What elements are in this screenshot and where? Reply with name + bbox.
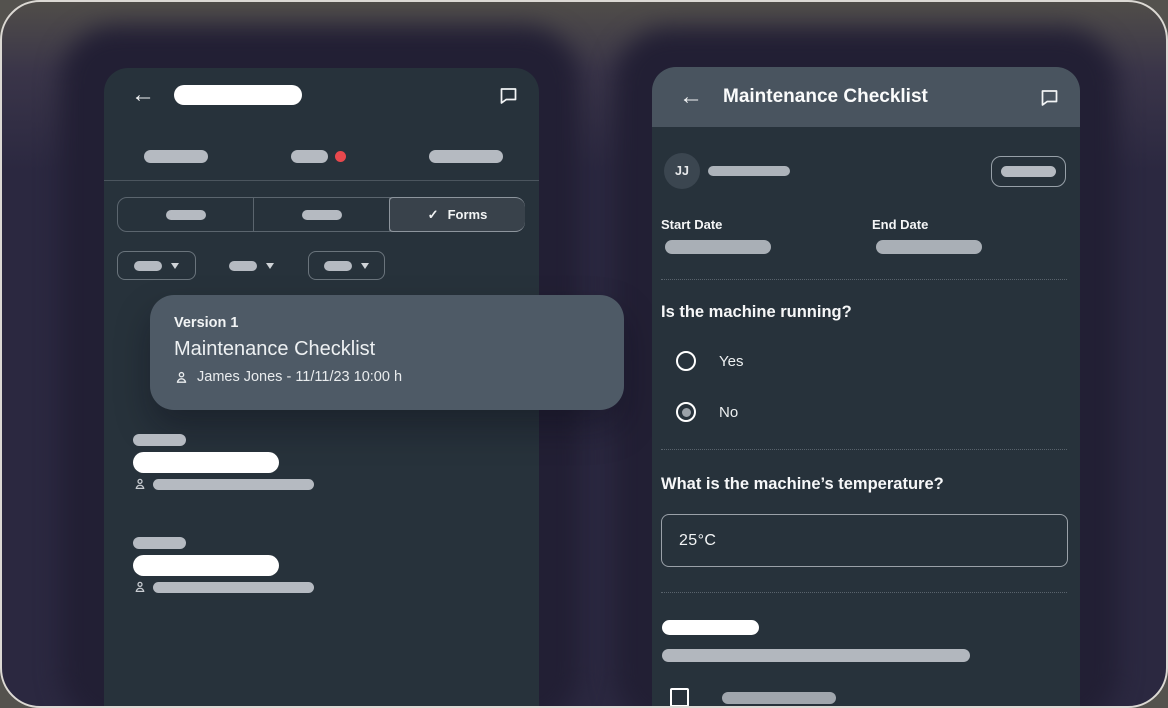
radio-unselected-icon[interactable] xyxy=(676,351,696,371)
person-icon xyxy=(133,580,147,594)
radio-option-yes[interactable]: Yes xyxy=(676,351,743,371)
checklist-list-item[interactable] xyxy=(133,537,314,594)
checklist-list-item[interactable] xyxy=(133,434,314,491)
profile-row: JJ xyxy=(652,153,1080,189)
radio-label: Yes xyxy=(719,353,743,370)
end-date-value-placeholder[interactable] xyxy=(876,240,982,254)
left-phone-screen: ← ✓ Forms xyxy=(104,68,539,708)
filter-placeholder xyxy=(134,261,162,271)
date-section: Start Date End Date xyxy=(661,217,1083,254)
card-version: Version 1 xyxy=(174,315,624,331)
checkbox-label-placeholder xyxy=(722,692,836,704)
question-placeholder xyxy=(662,620,759,635)
divider xyxy=(661,592,1067,593)
action-button[interactable] xyxy=(991,156,1066,187)
checklist-header: ← Maintenance Checklist xyxy=(652,67,1080,127)
segment-forms[interactable]: ✓ Forms xyxy=(389,197,525,232)
person-icon xyxy=(133,477,147,491)
card-title: Maintenance Checklist xyxy=(174,338,624,361)
tab-placeholder-3[interactable] xyxy=(429,150,503,163)
segment-1[interactable] xyxy=(118,198,254,231)
title-placeholder xyxy=(133,452,279,473)
left-header: ← xyxy=(104,68,539,122)
tab-placeholder-1[interactable] xyxy=(144,150,208,163)
checkbox-unchecked-icon[interactable] xyxy=(670,688,689,707)
name-placeholder xyxy=(708,166,790,176)
title-placeholder xyxy=(174,85,302,105)
chat-bubble-icon[interactable] xyxy=(1039,87,1060,108)
app-canvas: ← ✓ Forms xyxy=(0,0,1168,708)
segment-placeholder xyxy=(302,210,342,220)
radio-selected-icon[interactable] xyxy=(676,402,696,422)
person-icon xyxy=(174,370,189,385)
filter-placeholder xyxy=(229,261,257,271)
page-title: Maintenance Checklist xyxy=(723,86,928,108)
back-arrow-icon[interactable]: ← xyxy=(679,85,703,109)
right-phone-screen: ← Maintenance Checklist JJ Start Date En… xyxy=(652,67,1080,708)
check-icon: ✓ xyxy=(428,207,439,223)
question-temperature: What is the machine’s temperature? xyxy=(661,475,944,494)
author-placeholder xyxy=(153,582,314,593)
filter-dropdown-2[interactable] xyxy=(220,251,282,280)
temperature-input[interactable]: 25°C xyxy=(661,514,1068,567)
segment-placeholder xyxy=(166,210,206,220)
radio-option-no[interactable]: No xyxy=(676,402,738,422)
button-label-placeholder xyxy=(1001,166,1056,177)
start-date-label: Start Date xyxy=(661,217,872,232)
divider xyxy=(661,449,1067,450)
description-placeholder xyxy=(662,649,970,662)
filter-dropdown-3[interactable] xyxy=(308,251,385,280)
caret-down-icon xyxy=(266,263,274,269)
segmented-control: ✓ Forms xyxy=(117,197,525,232)
forms-tab-label: Forms xyxy=(448,207,488,222)
radio-label: No xyxy=(719,404,738,421)
segment-2[interactable] xyxy=(254,198,390,231)
caret-down-icon xyxy=(361,263,369,269)
caret-down-icon xyxy=(171,263,179,269)
card-author: James Jones - 11/11/23 10:00 h xyxy=(197,369,402,385)
filter-dropdown-1[interactable] xyxy=(117,251,196,280)
divider xyxy=(661,279,1067,280)
version-placeholder xyxy=(133,537,186,549)
avatar: JJ xyxy=(664,153,700,189)
title-placeholder xyxy=(133,555,279,576)
start-date-value-placeholder[interactable] xyxy=(665,240,771,254)
end-date-label: End Date xyxy=(872,217,1083,232)
tab-placeholder-2[interactable] xyxy=(291,150,328,163)
version-placeholder xyxy=(133,434,186,446)
chat-bubble-icon[interactable] xyxy=(498,85,519,106)
notification-dot xyxy=(335,151,346,162)
checkbox-row[interactable] xyxy=(670,688,836,707)
checklist-card-highlighted[interactable]: Version 1 Maintenance Checklist James Jo… xyxy=(150,295,624,410)
divider xyxy=(104,180,539,181)
tab-bar xyxy=(104,150,539,163)
filter-placeholder xyxy=(324,261,352,271)
back-arrow-icon[interactable]: ← xyxy=(131,83,155,107)
author-placeholder xyxy=(153,479,314,490)
question-running: Is the machine running? xyxy=(661,303,852,322)
filter-row xyxy=(117,251,385,280)
